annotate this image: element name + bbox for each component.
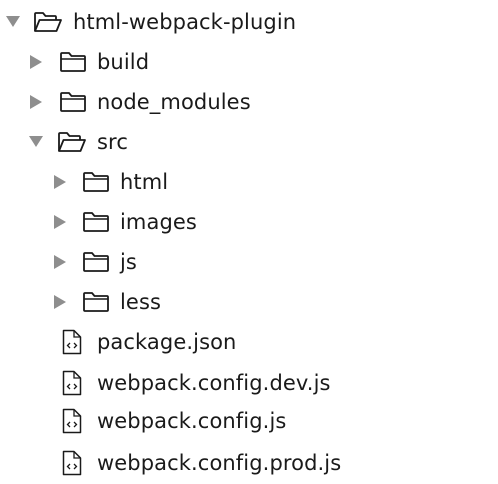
folder-icon [82,251,110,273]
code-file-icon [62,450,82,476]
disclosure-collapsed-icon[interactable] [53,214,67,230]
tree-label: src [97,130,128,154]
tree-label: package.json [97,330,237,354]
code-file-icon [62,329,82,355]
tree-row-html-webpack-plugin[interactable]: html-webpack-plugin [0,2,498,42]
tree-row-build[interactable]: build [0,42,498,82]
disclosure-collapsed-icon[interactable] [53,294,67,310]
tree-label: build [97,50,150,74]
tree-row-package-json[interactable]: package.json [0,322,498,362]
tree-label: node_modules [97,90,251,114]
tree-label: webpack.config.dev.js [97,371,331,395]
disclosure-collapsed-icon[interactable] [29,54,43,70]
disclosure-collapsed-icon[interactable] [29,94,43,110]
tree-row-less[interactable]: less [0,282,498,322]
disclosure-collapsed-icon[interactable] [53,254,67,270]
folder-open-icon [33,11,63,33]
tree-row-webpack-config[interactable]: webpack.config.js [0,401,498,441]
tree-row-node-modules[interactable]: node_modules [0,82,498,122]
tree-label: less [120,290,162,314]
folder-icon [82,291,110,313]
tree-label: webpack.config.prod.js [97,451,342,475]
tree-row-src[interactable]: src [0,122,498,162]
code-file-icon [62,408,82,434]
folder-icon [82,211,110,233]
folder-icon [59,51,87,73]
tree-label: webpack.config.js [97,409,287,433]
folder-open-icon [57,131,87,153]
disclosure-collapsed-icon[interactable] [53,174,67,190]
disclosure-expanded-icon[interactable] [5,14,20,30]
tree-label: html [120,170,169,194]
code-file-icon [62,370,82,396]
folder-icon [82,171,110,193]
tree-row-js[interactable]: js [0,242,498,282]
tree-label: images [120,210,197,234]
tree-row-webpack-config-prod[interactable]: webpack.config.prod.js [0,443,498,483]
folder-icon [59,91,87,113]
tree-label: js [120,250,137,274]
tree-row-webpack-config-dev[interactable]: webpack.config.dev.js [0,363,498,403]
tree-label: html-webpack-plugin [73,10,297,34]
tree-row-html[interactable]: html [0,162,498,202]
tree-row-images[interactable]: images [0,202,498,242]
disclosure-expanded-icon[interactable] [28,134,43,150]
